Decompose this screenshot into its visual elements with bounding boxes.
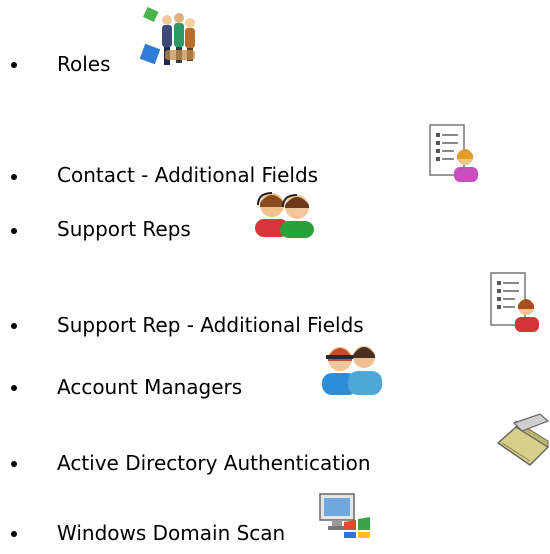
roles-icon [135, 6, 199, 72]
list-item-active-directory-authentication: Active Directory Authentication [0, 408, 550, 484]
bullet [11, 531, 17, 537]
bullet [11, 385, 17, 391]
list-item-label: Support Reps [57, 217, 191, 241]
list-item-support-reps: Support Reps [0, 175, 550, 255]
active-directory-authentication-icon [496, 413, 550, 469]
list-item-label: Roles [57, 52, 111, 76]
contact-additional-fields-icon [427, 123, 481, 183]
windows-domain-scan-icon [318, 492, 372, 538]
list-item-account-managers: Account Managers [0, 332, 550, 408]
list-item-label: Active Directory Authentication [57, 451, 371, 475]
list-item-roles: Roles [0, 0, 550, 80]
bullet [11, 461, 17, 467]
list-item-label: Account Managers [57, 375, 243, 399]
bullet [11, 323, 17, 329]
list-item-support-rep-additional-fields: Support Rep - Additional Fields [0, 252, 550, 337]
bullet [11, 228, 17, 234]
account-managers-icon [318, 339, 384, 397]
bullet [11, 62, 17, 68]
list-item-contact-additional-fields: Contact - Additional Fields [0, 95, 550, 187]
list-item-windows-domain-scan: Windows Domain Scan [0, 484, 550, 554]
list-item-label: Windows Domain Scan [57, 521, 286, 545]
support-reps-icon [252, 189, 318, 239]
support-rep-additional-fields-icon [488, 271, 542, 333]
